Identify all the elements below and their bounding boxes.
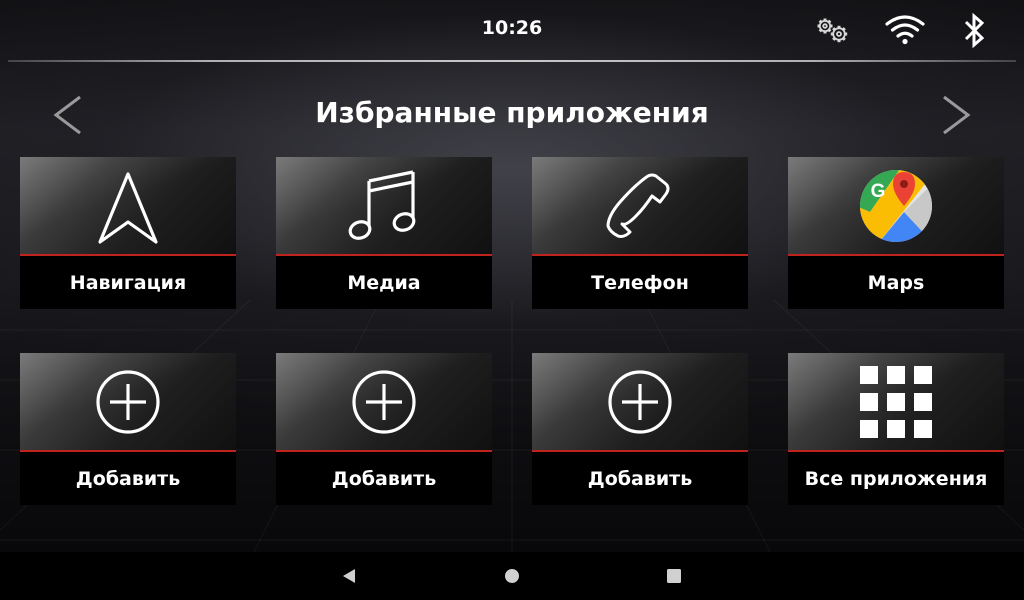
next-page-button[interactable]	[936, 94, 976, 136]
app-grid-icon	[860, 365, 932, 438]
navigation-arrow-icon	[98, 171, 158, 244]
back-button[interactable]	[340, 566, 360, 586]
tile-all-apps[interactable]: Все приложения	[788, 353, 1004, 505]
settings-gears-icon[interactable]	[812, 12, 852, 48]
tile-media[interactable]: Медиа	[276, 157, 492, 309]
back-triangle-icon	[343, 569, 355, 583]
tile-add-3[interactable]: Добавить	[532, 353, 748, 505]
tile-add-1[interactable]: Добавить	[20, 353, 236, 505]
wifi-icon[interactable]	[884, 12, 926, 48]
tile-phone[interactable]: Телефон	[532, 157, 748, 309]
car-launcher-screen: 10:26 Избранные приложения Навигация Мед…	[0, 0, 1024, 600]
tile-label: Телефон	[591, 271, 689, 294]
tile-label: Maps	[867, 271, 925, 294]
phone-icon	[606, 173, 670, 238]
status-divider	[8, 60, 1016, 62]
recents-square-icon	[667, 569, 681, 583]
bluetooth-icon[interactable]	[960, 12, 990, 49]
page-title: Избранные приложения	[315, 96, 709, 129]
svg-text:G: G	[871, 181, 886, 202]
tile-navigation[interactable]: Навигация	[20, 157, 236, 309]
add-circle-icon	[608, 369, 672, 434]
status-bar: 10:26	[0, 0, 1024, 60]
tile-label: Добавить	[331, 467, 437, 490]
add-circle-icon	[352, 369, 416, 434]
music-note-icon	[348, 169, 416, 240]
chevron-right-icon	[943, 95, 971, 135]
tile-label: Все приложения	[804, 467, 988, 490]
clock: 10:26	[481, 17, 543, 39]
recents-button[interactable]	[664, 566, 684, 586]
home-button[interactable]	[502, 566, 522, 586]
tile-label: Медиа	[347, 271, 421, 294]
tile-label: Добавить	[75, 467, 181, 490]
previous-page-button[interactable]	[50, 94, 90, 136]
tile-label: Навигация	[69, 271, 187, 294]
system-nav-bar	[0, 552, 1024, 600]
add-circle-icon	[96, 369, 160, 434]
chevron-left-icon	[53, 95, 81, 135]
tile-label: Добавить	[587, 467, 693, 490]
tile-maps[interactable]: G Maps	[788, 157, 1004, 309]
google-maps-icon: G	[860, 169, 932, 242]
tile-add-2[interactable]: Добавить	[276, 353, 492, 505]
home-circle-icon	[505, 569, 519, 583]
